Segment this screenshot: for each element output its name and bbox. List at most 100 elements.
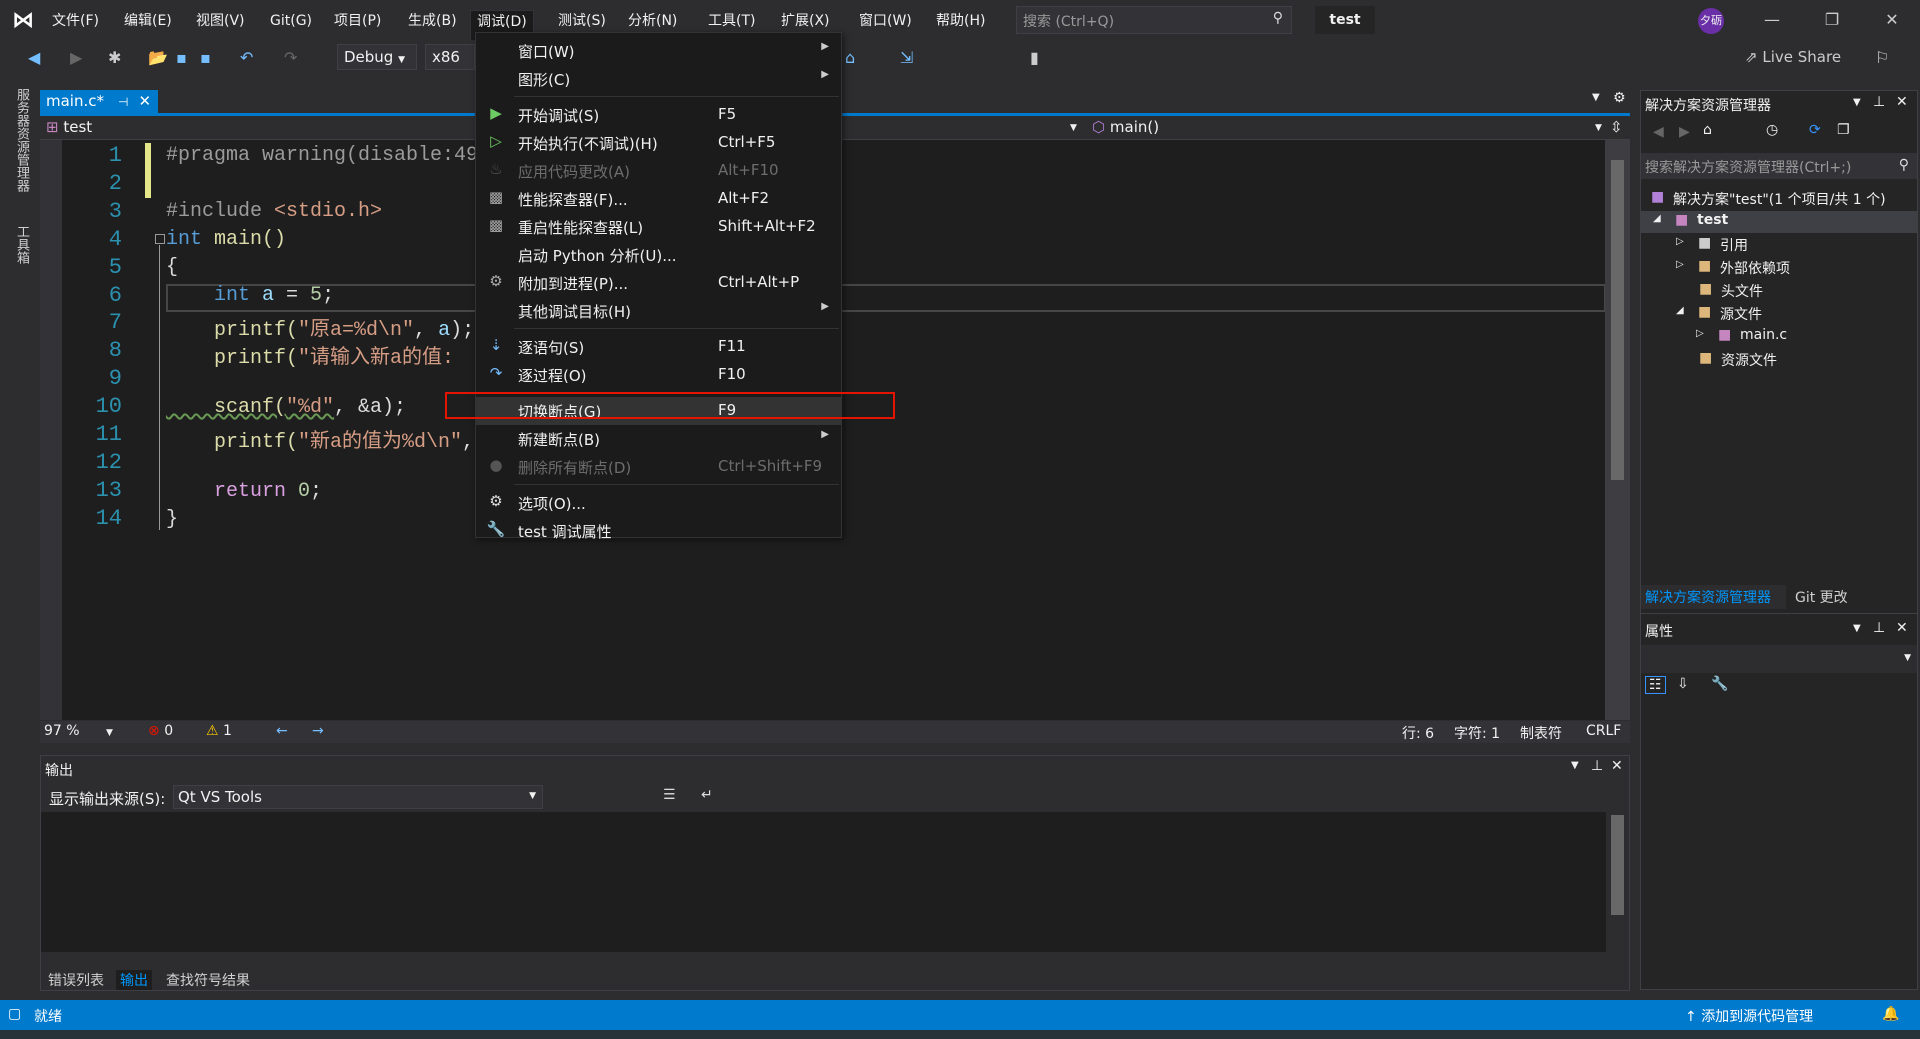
previous-issue-icon[interactable]: ← [276, 723, 288, 739]
menu-item[interactable]: ▩ 重启性能探查器(L) Shift+Alt+F2 [476, 213, 841, 241]
close-icon[interactable]: ✕ [1896, 620, 1908, 636]
chevron-down-icon[interactable]: ▼ [1853, 623, 1861, 634]
step-icon[interactable]: ⇲ [900, 48, 913, 67]
visual-studio-logo-icon[interactable]: ⋈ [12, 8, 40, 33]
pin-icon[interactable]: ⊣ [118, 95, 128, 109]
tab-list-dropdown-icon[interactable]: ▼ [1592, 92, 1600, 103]
next-issue-icon[interactable]: → [312, 723, 324, 739]
word-wrap-icon[interactable]: ↵ [701, 787, 713, 803]
menu-item[interactable]: 🔧 test 调试属性 [476, 517, 841, 545]
history-icon[interactable]: ◷ [1766, 122, 1778, 138]
menu-item[interactable]: 图形(C) ▶ [476, 65, 841, 93]
forward-icon[interactable]: ▶ [70, 48, 82, 67]
back-icon[interactable]: ◀ [1653, 124, 1664, 140]
tree-item[interactable]: ▷ ■ 外部依赖项 [1641, 257, 1917, 279]
menu-0[interactable]: 文件(F) [46, 10, 105, 34]
settings-icon[interactable]: ⚙ [1613, 90, 1626, 106]
open-icon[interactable]: 📂 [148, 48, 168, 67]
tree-item[interactable]: ■ 头文件 [1641, 280, 1917, 302]
menu-item[interactable]: ↷ 逐过程(O) F10 [476, 361, 841, 389]
collapse-arrow-icon[interactable]: ◢ [1653, 213, 1661, 224]
server-explorer-tab[interactable]: 服务器资源管理器 [12, 88, 31, 192]
menu-item[interactable]: 新建断点(B) ▶ [476, 425, 841, 453]
menu-item[interactable]: ▶ 开始调试(S) F5 [476, 101, 841, 129]
restore-button[interactable]: ❐ [1812, 6, 1852, 34]
tab-main-c[interactable]: main.c* ⊣ ✕ [40, 90, 158, 114]
output-content[interactable] [41, 812, 1606, 952]
close-icon[interactable]: ✕ [1611, 758, 1623, 774]
save-all-icon[interactable]: ▪ [200, 48, 211, 67]
back-icon[interactable]: ◀ [28, 48, 40, 67]
home-icon[interactable]: ⌂ [1703, 122, 1712, 138]
chevron-down-icon[interactable]: ▼ [1571, 760, 1579, 771]
search-input[interactable]: 搜索 (Ctrl+Q) ⚲ [1016, 6, 1292, 34]
live-share-button[interactable]: ⇗ Live Share [1745, 48, 1841, 66]
tree-item[interactable]: ◢ ■ test [1641, 211, 1917, 233]
tab-find-symbol-results[interactable]: 查找符号结果 [162, 970, 254, 990]
toolbox-tab[interactable]: 工具箱 [12, 225, 31, 264]
menu-9[interactable]: 工具(T) [702, 10, 761, 34]
configuration-select[interactable]: Debug ▼ [337, 44, 417, 70]
feedback-icon[interactable]: ⚐ [1875, 48, 1889, 67]
menu-11[interactable]: 窗口(W) [853, 10, 918, 34]
split-icon[interactable]: ⇳ [1610, 118, 1623, 136]
tree-item[interactable]: ▷ ■ 引用 [1641, 234, 1917, 256]
warnings-indicator[interactable]: ⚠ 1 [206, 723, 232, 739]
glyph-margin[interactable] [40, 140, 62, 720]
menu-item[interactable]: ⚙ 选项(O)... [476, 489, 841, 517]
menu-item[interactable]: ⚙ 附加到进程(P)... Ctrl+Alt+P [476, 269, 841, 297]
chevron-down-icon[interactable]: ▼ [1070, 123, 1077, 133]
forward-icon[interactable]: ▶ [1679, 124, 1690, 140]
minimize-button[interactable]: — [1752, 6, 1792, 34]
bookmark-icon[interactable]: ▮ [1030, 48, 1039, 67]
collapse-icon[interactable] [155, 234, 165, 244]
errors-indicator[interactable]: ⊗ 0 [148, 723, 173, 739]
pin-icon[interactable]: ⊥ [1591, 758, 1603, 774]
close-button[interactable]: ✕ [1872, 6, 1912, 34]
line-ending-status[interactable]: CRLF [1586, 723, 1621, 739]
menu-10[interactable]: 扩展(X) [775, 10, 836, 34]
avatar[interactable]: 夕砺 [1698, 8, 1724, 34]
pin-icon[interactable]: ⊥ [1873, 94, 1885, 110]
function-nav-select[interactable]: ⬡ main() [1092, 118, 1159, 136]
menu-1[interactable]: 编辑(E) [118, 10, 178, 34]
scrollbar-thumb[interactable] [1611, 160, 1624, 480]
redo-icon[interactable]: ↷ [284, 48, 297, 67]
chevron-down-icon[interactable]: ▼ [1853, 97, 1861, 108]
menu-4[interactable]: 项目(P) [328, 10, 387, 34]
categorized-icon[interactable]: ☷ [1645, 676, 1666, 694]
save-icon[interactable]: ▪ [176, 48, 187, 67]
home-icon[interactable]: ⌂ [845, 48, 855, 67]
new-project-icon[interactable]: ✱ [108, 48, 121, 67]
solution-search-input[interactable]: 搜索解决方案资源管理器(Ctrl+;) ⚲ [1641, 153, 1917, 179]
collapse-arrow-icon[interactable]: ◢ [1676, 305, 1684, 316]
properties-object-select[interactable]: ▼ [1641, 645, 1917, 673]
menu-item[interactable]: ▩ 性能探查器(F)... Alt+F2 [476, 185, 841, 213]
menu-2[interactable]: 视图(V) [190, 10, 251, 34]
tab-output[interactable]: 输出 [116, 970, 152, 990]
close-icon[interactable]: ✕ [1896, 94, 1908, 110]
menu-item[interactable]: 启动 Python 分析(U)... [476, 241, 841, 269]
tab-solution-explorer[interactable]: 解决方案资源管理器 [1641, 585, 1786, 609]
alphabetical-icon[interactable]: ⇩ [1677, 676, 1689, 692]
tree-item[interactable]: ◢ ■ 源文件 [1641, 303, 1917, 325]
chevron-down-icon[interactable]: ▼ [1595, 123, 1602, 133]
project-nav-select[interactable]: ⊞ test [46, 118, 92, 136]
zoom-select[interactable]: 97 % ▼ [44, 723, 113, 739]
tree-item[interactable]: ■ 解决方案"test"(1 个项目/共 1 个) [1641, 188, 1917, 210]
notification-icon[interactable]: 🔔 [1882, 1006, 1899, 1022]
menu-5[interactable]: 生成(B) [402, 10, 463, 34]
menu-item[interactable]: 其他调试目标(H) ▶ [476, 297, 841, 325]
tree-item[interactable]: ▷ ■ main.c [1641, 326, 1917, 348]
expand-arrow-icon[interactable]: ▷ [1676, 259, 1684, 270]
menu-8[interactable]: 分析(N) [622, 10, 683, 34]
tree-item[interactable]: ■ 资源文件 [1641, 349, 1917, 371]
menu-7[interactable]: 测试(S) [552, 10, 612, 34]
tab-error-list[interactable]: 错误列表 [44, 970, 108, 990]
clear-all-icon[interactable]: ☰ [663, 787, 676, 803]
platform-select[interactable]: x86 [425, 44, 475, 70]
output-scrollbar[interactable] [1611, 815, 1624, 915]
pin-icon[interactable]: ⊥ [1873, 620, 1885, 636]
close-tab-icon[interactable]: ✕ [138, 92, 151, 110]
tab-git-changes[interactable]: Git 更改 [1791, 585, 1852, 609]
